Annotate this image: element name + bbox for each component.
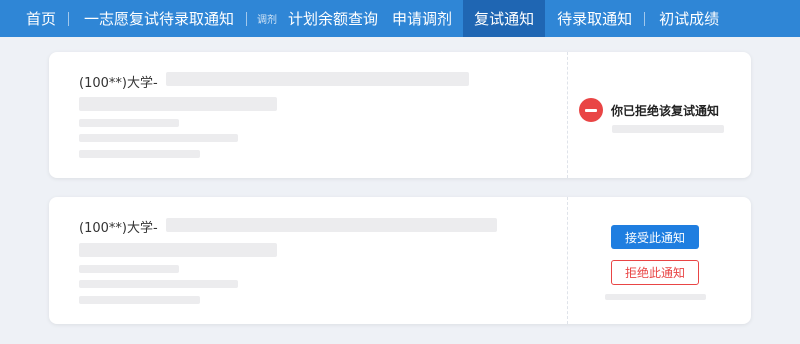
school-name: (100**)大学- [79, 76, 158, 91]
school-name: (100**)大学- [79, 221, 158, 236]
placeholder-bar [79, 296, 200, 304]
rejected-status: 你已拒绝该复试通知 [579, 98, 719, 122]
nav-section-label-adjustment: 调剂 [257, 15, 278, 26]
nav-item-home[interactable]: 首页 [0, 0, 68, 37]
placeholder-bar [166, 218, 497, 232]
placeholder-bar [79, 150, 200, 158]
nav-item-plan-balance[interactable]: 计划余额查询 [285, 0, 385, 37]
placeholder-bar [79, 243, 277, 257]
nav-item-retest-notice[interactable]: 复试通知 [463, 0, 546, 37]
nav-item-apply-adjustment[interactable]: 申请调剂 [385, 0, 463, 37]
placeholder-bar [612, 125, 724, 133]
card-divider [567, 197, 568, 324]
nav-item-initial-score[interactable]: 初试成绩 [645, 0, 719, 37]
nav-item-pending-admission[interactable]: 待录取通知 [545, 0, 644, 37]
card-divider [567, 52, 568, 178]
placeholder-bar [79, 265, 179, 273]
placeholder-bar [79, 119, 179, 127]
placeholder-bar [79, 134, 238, 142]
reject-notice-button[interactable]: 拒绝此通知 [611, 260, 699, 285]
retest-notice-card: (100**)大学- 你已拒绝该复试通知 [49, 52, 751, 178]
placeholder-bar [605, 294, 706, 300]
placeholder-bar [166, 72, 469, 86]
placeholder-bar [79, 280, 238, 288]
nav-item-first-choice-notice[interactable]: 一志愿复试待录取通知 [69, 0, 246, 37]
retest-notice-card: (100**)大学- 接受此通知 拒绝此通知 [49, 197, 751, 324]
minus-circle-icon [579, 98, 603, 122]
placeholder-bar [79, 97, 277, 111]
status-text: 你已拒绝该复试通知 [611, 103, 720, 118]
accept-notice-button[interactable]: 接受此通知 [611, 225, 699, 249]
top-navbar: 首页 一志愿复试待录取通知 调剂 计划余额查询 申请调剂 复试通知 待录取通知 … [0, 0, 800, 37]
